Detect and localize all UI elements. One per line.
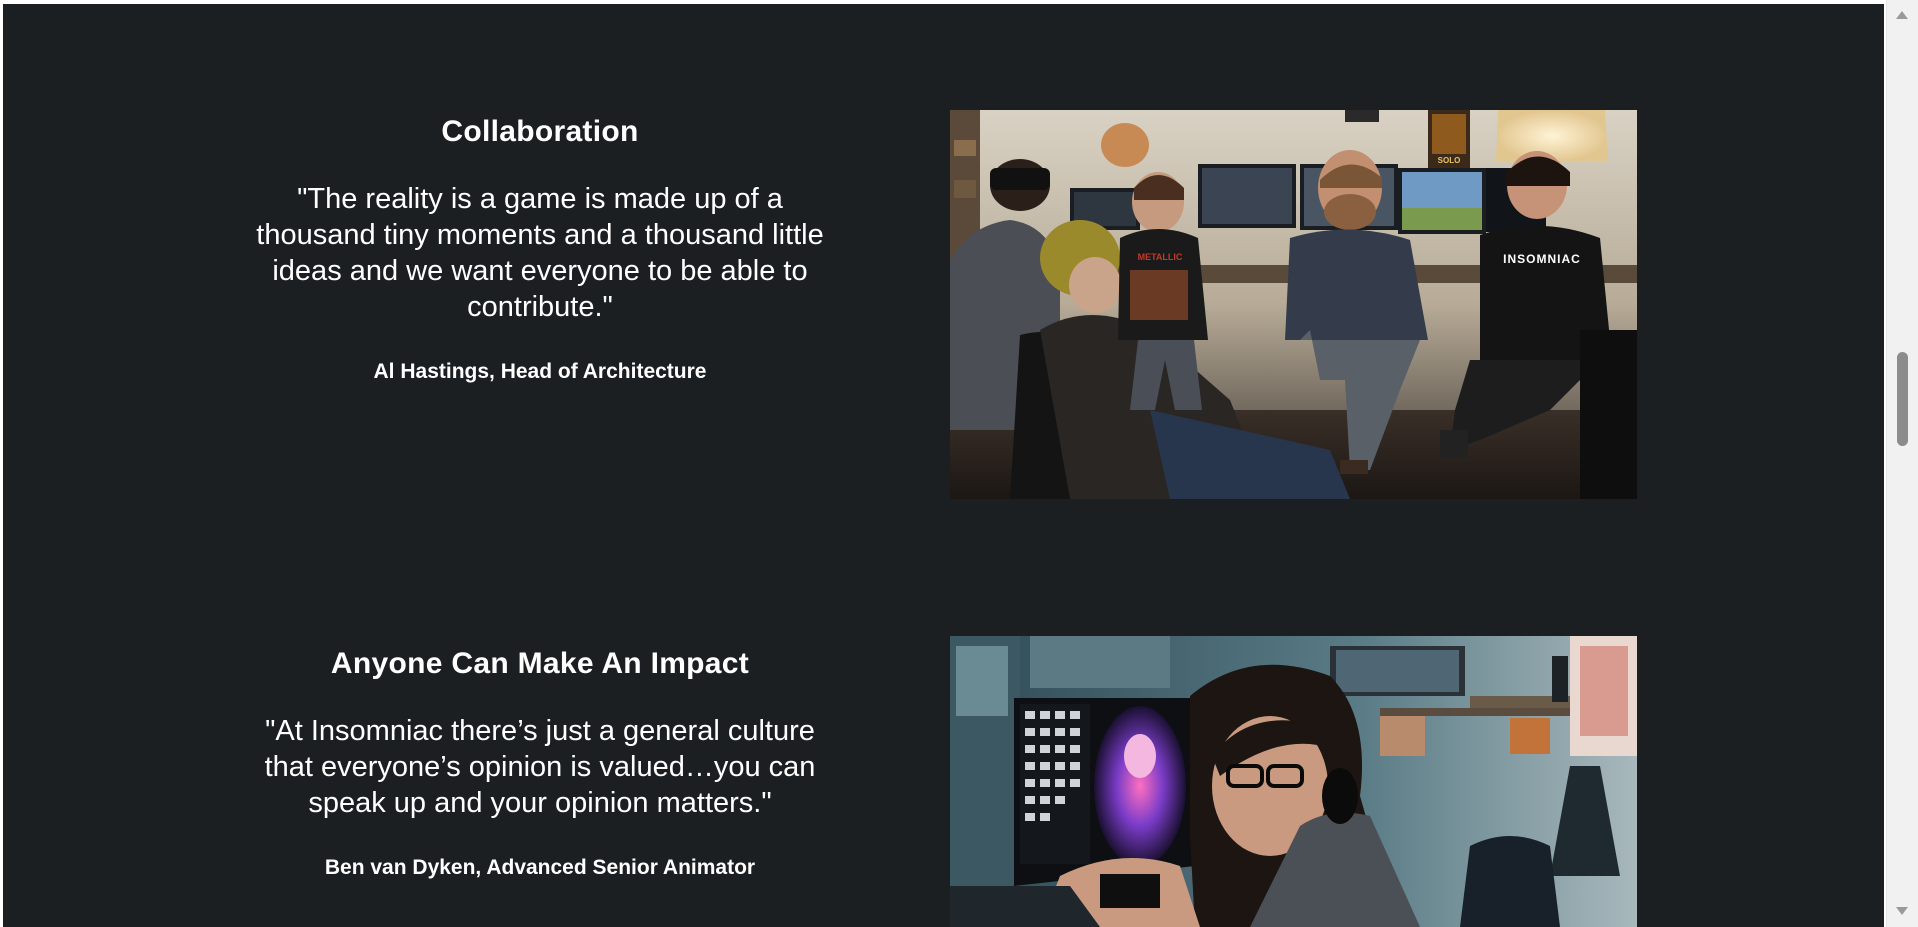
svg-text:METALLIC: METALLIC	[1138, 252, 1183, 262]
impact-text: Anyone Can Make An Impact "At Insomniac …	[253, 644, 827, 882]
quote-attribution: Al Hastings, Head of Architecture	[373, 360, 707, 383]
section-heading: Anyone Can Make An Impact	[330, 647, 750, 680]
poster-text: SOLO	[1438, 156, 1461, 165]
collaboration-text: Collaboration "The reality is a game is …	[253, 112, 827, 386]
collaboration-section: Collaboration "The reality is a game is …	[3, 4, 1884, 524]
scroll-up-icon[interactable]	[1896, 11, 1908, 19]
section-quote: "At Insomniac there’s just a general cul…	[264, 715, 816, 819]
quote-attribution: Ben van Dyken, Advanced Senior Animator	[324, 856, 756, 879]
shirt-text: INSOMNIAC	[1503, 252, 1581, 266]
section-quote: "The reality is a game is made up of a t…	[256, 183, 824, 323]
scrollbar-thumb[interactable]	[1897, 352, 1908, 446]
animator-photo	[950, 636, 1637, 927]
impact-section: Anyone Can Make An Impact "At Insomniac …	[3, 524, 1884, 927]
section-heading: Collaboration	[441, 115, 639, 148]
vertical-scrollbar[interactable]	[1886, 0, 1918, 927]
page-content: Collaboration "The reality is a game is …	[3, 4, 1884, 927]
team-meeting-photo: SOLO METALLIC INSOMNIAC	[950, 110, 1637, 499]
scroll-down-icon[interactable]	[1896, 907, 1908, 915]
